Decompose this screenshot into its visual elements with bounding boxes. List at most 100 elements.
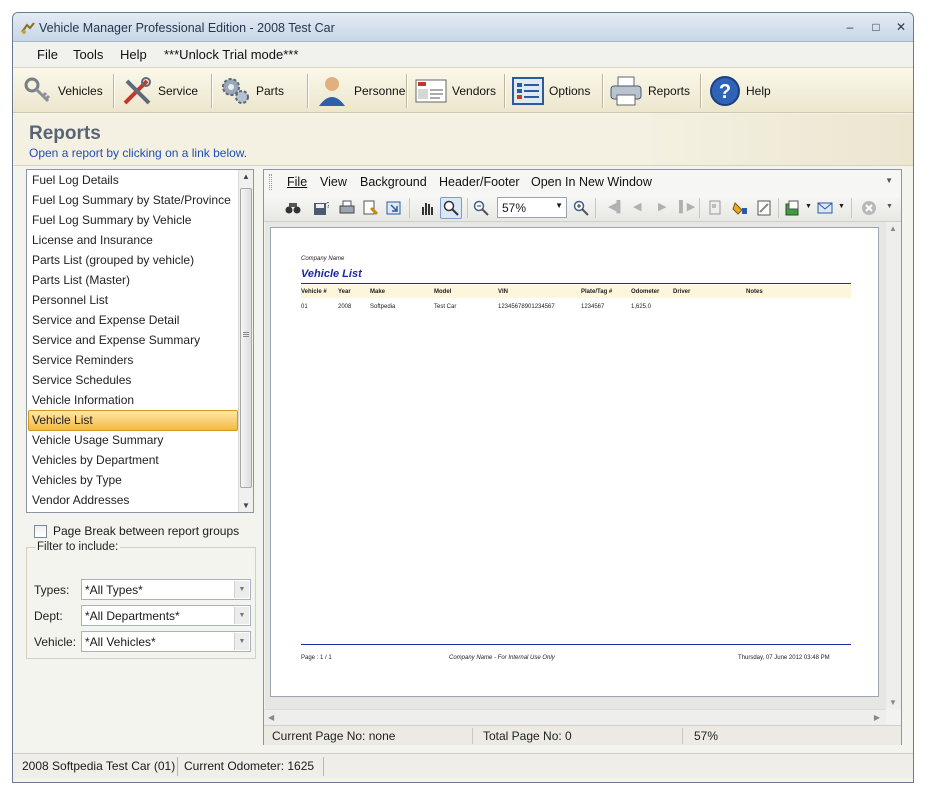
personnel-button[interactable]: Personnel	[315, 73, 408, 109]
previous-page-icon[interactable]: ◀	[633, 200, 641, 213]
vendor-card-icon	[415, 79, 447, 103]
title-bar[interactable]: Vehicle Manager Professional Edition - 2…	[13, 13, 913, 42]
types-select[interactable]: *All Types* ▼	[81, 579, 251, 600]
email-icon[interactable]	[817, 200, 833, 216]
main-toolbar: Vehicles Service Parts Personnel Vendors…	[13, 67, 913, 113]
scroll-down-icon[interactable]: ▼	[242, 501, 250, 510]
zoom-tool-icon[interactable]	[443, 200, 459, 216]
options-button[interactable]: Options	[512, 73, 590, 109]
service-button[interactable]: Service	[121, 73, 198, 109]
report-list-item[interactable]: Vehicle Usage Summary	[32, 433, 163, 447]
print-icon[interactable]	[339, 200, 355, 216]
column-header: Odometer	[631, 289, 660, 295]
reports-header: Reports Open a report by clicking on a l…	[13, 114, 913, 166]
report-list-item[interactable]: Service and Expense Summary	[32, 333, 200, 347]
chevron-down-icon[interactable]: ▼	[234, 581, 249, 598]
report-list-item[interactable]: Vendor Addresses	[32, 493, 129, 507]
scroll-up-icon[interactable]: ▲	[889, 224, 897, 233]
report-list-scrollbar[interactable]: ▲ ▼	[238, 170, 253, 512]
close-button[interactable]: ✕	[890, 18, 912, 36]
page-setup-icon[interactable]	[362, 200, 378, 216]
save-icon[interactable]: ?	[313, 200, 329, 216]
vendors-button[interactable]: Vendors	[415, 73, 496, 109]
export-icon[interactable]	[386, 200, 402, 216]
page-break-option[interactable]: Page Break between report groups	[34, 524, 239, 538]
reports-button[interactable]: Reports	[609, 73, 690, 109]
page-layout-icon[interactable]	[708, 200, 724, 216]
chevron-down-icon[interactable]: ▼	[555, 201, 563, 210]
report-footer-page: Page : 1 / 1	[301, 655, 332, 661]
preview-menu-view[interactable]: View	[320, 175, 347, 189]
chevron-down-icon[interactable]: ▼	[838, 203, 845, 210]
watermark-icon[interactable]	[756, 200, 772, 216]
app-window: Vehicle Manager Professional Edition - 2…	[12, 12, 914, 783]
person-icon	[319, 77, 345, 106]
app-icon	[21, 22, 35, 34]
preview-page-area: Company Name Vehicle List Vehicle # Year…	[265, 222, 886, 709]
current-page-status: Current Page No: none	[272, 729, 396, 743]
personnel-label: Personnel	[354, 84, 409, 98]
report-list-item[interactable]: Parts List (grouped by vehicle)	[32, 253, 194, 267]
help-button[interactable]: ? Help	[709, 73, 771, 109]
report-list-item[interactable]: Personnel List	[32, 293, 108, 307]
table-cell: 1234567	[581, 304, 605, 310]
chevron-down-icon[interactable]: ▼	[805, 203, 812, 210]
first-page-icon[interactable]: ◀▌	[608, 200, 624, 213]
report-list-item[interactable]: Service Schedules	[32, 373, 131, 387]
report-company-name: Company Name	[301, 256, 345, 262]
table-cell: 12345678901234567	[498, 304, 555, 310]
gears-icon	[222, 78, 249, 104]
report-list-item[interactable]: Vehicles by Department	[32, 453, 159, 467]
maximize-button[interactable]: □	[865, 18, 887, 36]
scroll-up-icon[interactable]: ▲	[242, 172, 250, 181]
vehicle-select[interactable]: *All Vehicles* ▼	[81, 631, 251, 652]
preview-menu-overflow-icon[interactable]: ▼	[885, 176, 893, 185]
vehicles-button[interactable]: Vehicles	[23, 73, 103, 109]
report-list-item[interactable]: Fuel Log Details	[32, 173, 119, 187]
menu-help[interactable]: Help	[120, 47, 147, 62]
preview-menu-background[interactable]: Background	[360, 175, 427, 189]
dept-select[interactable]: *All Departments* ▼	[81, 605, 251, 626]
report-list-item[interactable]: Fuel Log Summary by State/Province	[32, 193, 231, 207]
report-list-item[interactable]: License and Insurance	[32, 233, 153, 247]
dept-value: *All Departments*	[85, 609, 180, 623]
find-icon[interactable]	[285, 200, 301, 216]
menu-unlock-trial[interactable]: ***Unlock Trial mode***	[164, 47, 298, 62]
preview-menu-header-footer[interactable]: Header/Footer	[439, 175, 520, 189]
report-list-item[interactable]: Vehicle Information	[32, 393, 134, 407]
scroll-thumb[interactable]	[240, 188, 252, 488]
scroll-left-icon[interactable]: ◀	[268, 713, 274, 722]
preview-menu-open-new-window[interactable]: Open In New Window	[531, 175, 652, 189]
report-list-item[interactable]: Fuel Log Summary by Vehicle	[32, 213, 191, 227]
preview-horizontal-scrollbar[interactable]: ◀ ▶	[264, 709, 886, 725]
report-list-item[interactable]: Parts List (Master)	[32, 273, 130, 287]
last-page-icon[interactable]: ▌▶	[679, 200, 695, 213]
toolbar-overflow-icon[interactable]: ▼	[886, 203, 893, 210]
report-list-item[interactable]: Service and Expense Detail	[32, 313, 179, 327]
preview-menu-file[interactable]: File	[287, 175, 307, 189]
hand-pan-icon[interactable]	[419, 200, 435, 216]
minimize-button[interactable]: –	[839, 18, 861, 36]
zoom-out-icon[interactable]	[473, 200, 489, 216]
close-preview-icon[interactable]	[861, 200, 877, 216]
scroll-down-icon[interactable]: ▼	[889, 698, 897, 707]
report-list[interactable]: Fuel Log Details Fuel Log Summary by Stat…	[26, 169, 254, 513]
page-break-checkbox[interactable]	[34, 524, 47, 538]
column-header: Model	[434, 289, 452, 295]
report-list-item[interactable]: Service Reminders	[32, 353, 133, 367]
zoom-select[interactable]: 57% ▼	[497, 197, 567, 218]
chevron-down-icon[interactable]: ▼	[234, 633, 249, 650]
preview-vertical-scrollbar[interactable]: ▲ ▼	[886, 222, 901, 709]
zoom-in-icon[interactable]	[573, 200, 589, 216]
parts-button[interactable]: Parts	[219, 73, 284, 109]
report-list-item[interactable]: Vehicles by Type	[32, 473, 122, 487]
scroll-right-icon[interactable]: ▶	[874, 713, 880, 722]
menu-file[interactable]: File	[37, 47, 58, 62]
menu-tools[interactable]: Tools	[73, 47, 103, 62]
export-document-icon[interactable]	[785, 200, 801, 216]
next-page-icon[interactable]: ▶	[658, 200, 666, 213]
types-value: *All Types*	[85, 583, 143, 597]
report-list-item[interactable]: Vehicle List	[32, 413, 93, 427]
chevron-down-icon[interactable]: ▼	[234, 607, 249, 624]
background-color-icon[interactable]	[732, 200, 748, 216]
